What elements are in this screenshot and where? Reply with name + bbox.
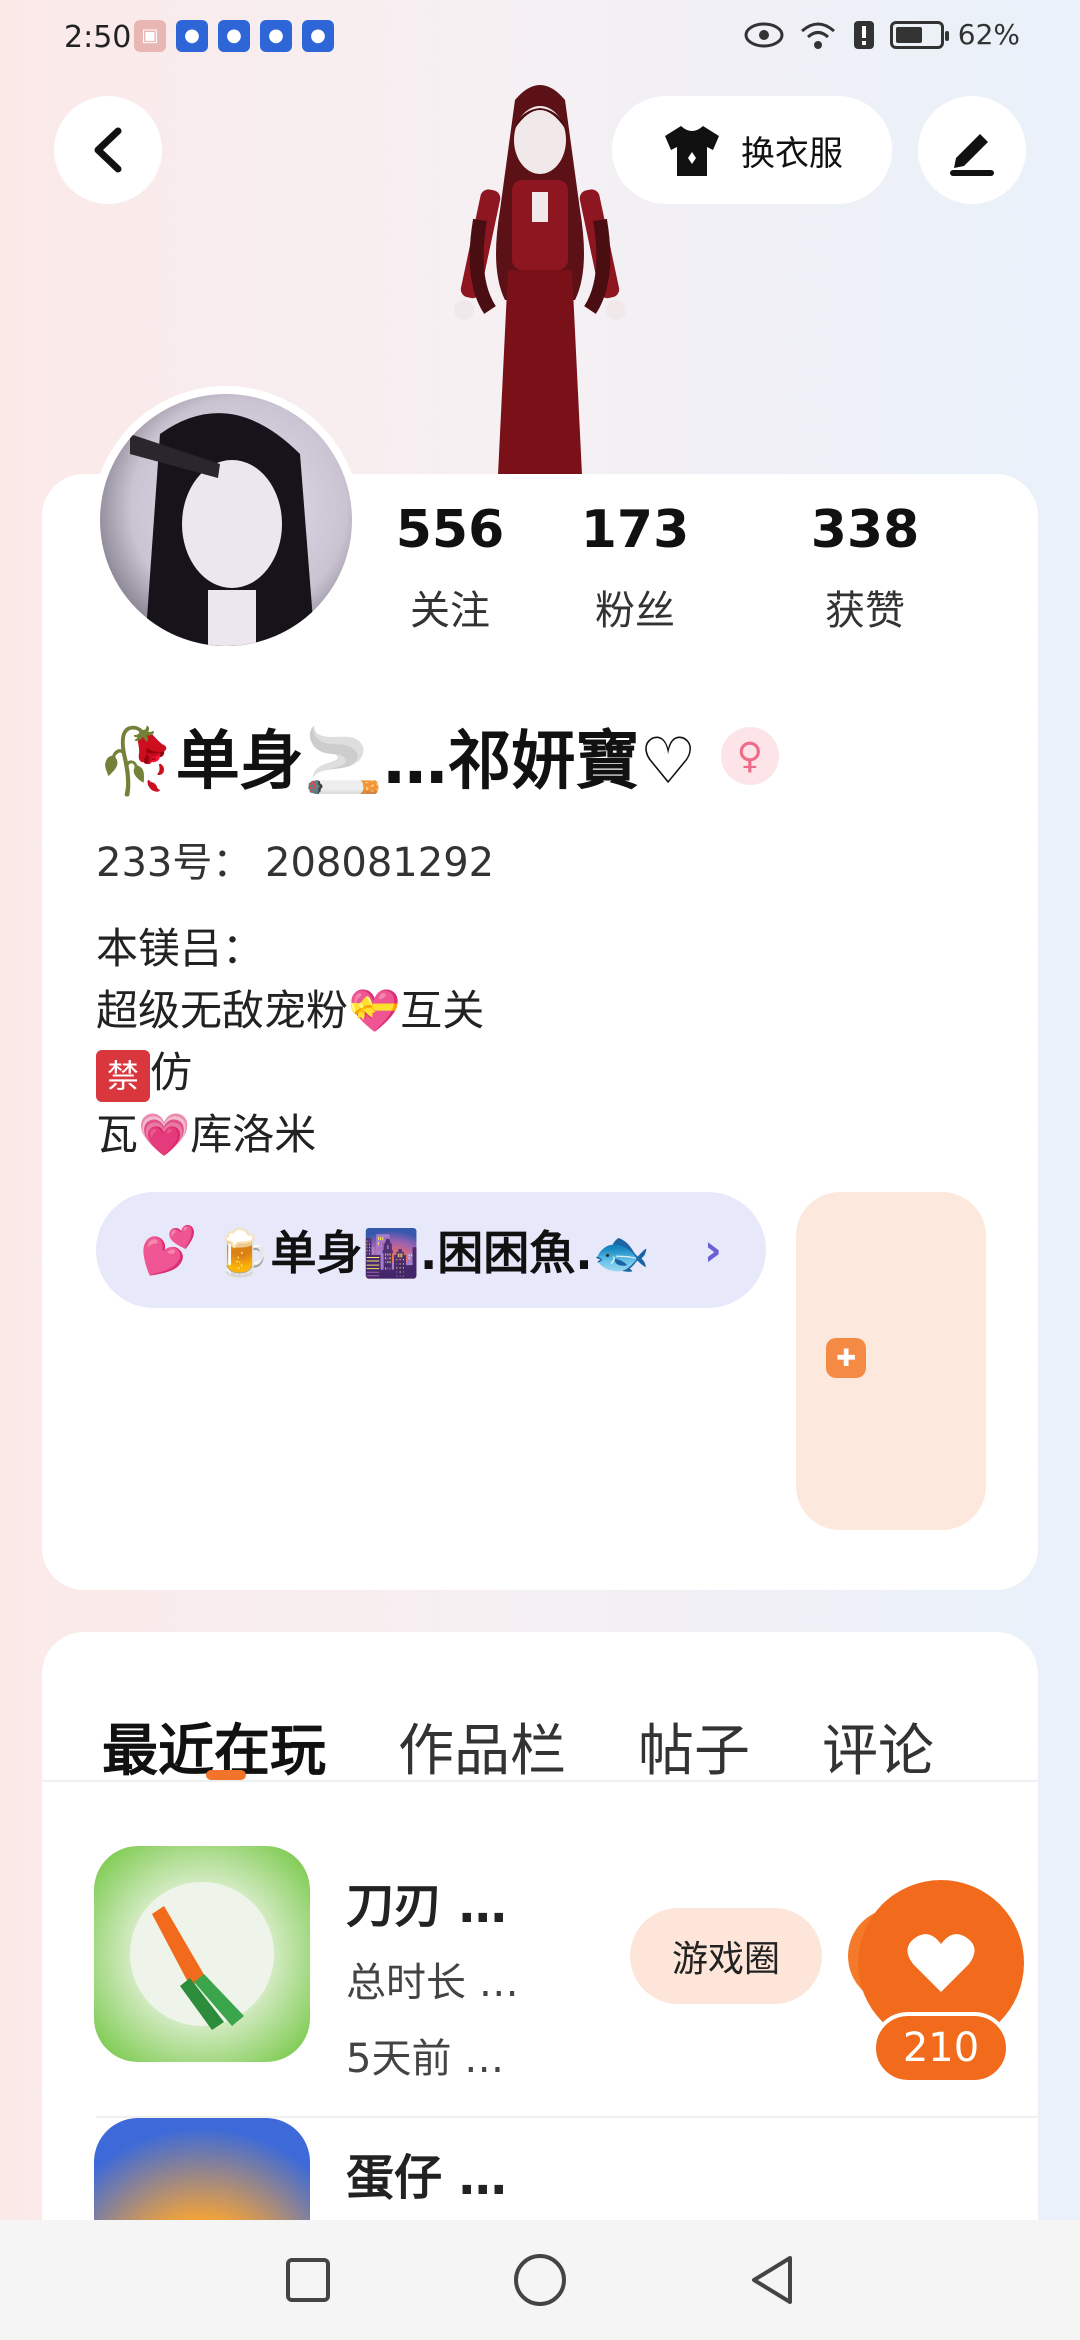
female-gender-icon: ♀ [720, 727, 779, 785]
scissors-icon [130, 1882, 274, 2030]
status-right: 62% [744, 18, 1020, 51]
change-outfit-label: 换衣服 [741, 133, 843, 174]
stat-fans-value: 173 [580, 500, 690, 560]
game-title: 刀刃 … [346, 1878, 507, 1934]
chevron-right-icon: › [703, 1224, 722, 1276]
avatar-image [100, 394, 352, 646]
stat-likes-value: 338 [810, 500, 920, 560]
bio-line: 本镁吕： [96, 924, 265, 973]
bio-line: 禁仿 [96, 1042, 484, 1104]
triangle-back-icon [752, 2256, 792, 2304]
like-count: 210 [872, 2012, 1010, 2084]
nickname: 🥀单身🚬…祁妍寶♡ ♀ [96, 710, 779, 802]
bio-line: 瓦💗库洛米 [96, 1110, 317, 1159]
heart-icon [907, 1934, 975, 1992]
stat-fans[interactable]: 173 粉丝 [520, 500, 750, 636]
back-arrow-icon [94, 127, 122, 173]
avatar-figure[interactable] [420, 70, 660, 475]
circle-icon [514, 2254, 566, 2306]
group-name: 🍺单身🌆.困困魚.🐟 [213, 1226, 651, 1280]
bio-line: 超级无敌宠粉💝互关 [96, 986, 485, 1035]
box-notification-icon: ▣ [134, 20, 166, 52]
stat-following[interactable]: 556 关注 [380, 500, 520, 636]
bio: 本镁吕： 超级无敌宠粉💝互关 禁仿 瓦💗库洛米 [96, 918, 484, 1166]
battery-text: 62% [957, 18, 1020, 51]
battery-icon [889, 20, 949, 49]
square-icon [286, 2258, 330, 2302]
eye-icon [744, 22, 784, 47]
home-button[interactable] [510, 2250, 570, 2310]
tab-works[interactable]: 作品栏 [398, 1706, 566, 1787]
game-icon-knife [94, 1846, 310, 2062]
avatar-portrait [130, 413, 315, 646]
tabs-divider [42, 1780, 1038, 1782]
game-last-played: 5天前 … [346, 2036, 505, 2082]
system-nav-bar [0, 2220, 1080, 2340]
paw-notification-icon: ● [218, 20, 250, 52]
ban-tag: 禁 [96, 1049, 150, 1102]
alert-icon [853, 20, 874, 49]
game-circle-button[interactable]: 游戏圈 [630, 1908, 822, 2004]
bio-line-text: 仿 [150, 1048, 193, 1097]
pen-icon [950, 134, 994, 176]
gamepad-icon: ✚ [826, 1338, 866, 1378]
notification-icons: ▣ ● ● ● ● [134, 20, 334, 52]
paw-notification-icon: ● [302, 20, 334, 52]
stat-fans-label: 粉丝 [595, 588, 675, 634]
fan-group-pill[interactable]: 💕 🍺单身🌆.困困魚.🐟 › [96, 1192, 766, 1308]
tab-comments[interactable]: 评论 [822, 1706, 934, 1787]
nickname-text: 🥀单身🚬…祁妍寶♡ [96, 725, 697, 799]
tab-posts[interactable]: 帖子 [638, 1706, 750, 1787]
paw-notification-icon: ● [260, 20, 292, 52]
status-bar: 2:50 ▣ ● ● ● ● 62% [0, 0, 1080, 80]
tab-indicator [206, 1770, 246, 1780]
status-time: 2:50 [64, 20, 132, 55]
stat-following-label: 关注 [410, 588, 490, 634]
paw-notification-icon: ● [176, 20, 208, 52]
stat-likes[interactable]: 338 获赞 [750, 500, 980, 636]
game-title: 蛋仔 … [346, 2150, 507, 2206]
edit-profile-button[interactable] [918, 96, 1026, 204]
user-id[interactable]: 233号： 208081292 [96, 830, 494, 888]
profile-stats: 556 关注 173 粉丝 338 获赞 [380, 500, 1000, 636]
stat-following-value: 556 [395, 500, 505, 560]
wifi-icon [800, 22, 835, 49]
game-widget-card[interactable]: ✚ [796, 1192, 986, 1530]
back-nav-button[interactable] [742, 2250, 802, 2310]
hearts-icon: 💕 [140, 1222, 198, 1277]
recents-button[interactable] [278, 2250, 338, 2310]
back-button[interactable] [54, 96, 162, 204]
stat-likes-label: 获赞 [825, 588, 905, 634]
row-divider [96, 2116, 1040, 2118]
game-total-time: 总时长 … [346, 1960, 519, 2006]
profile-avatar[interactable] [92, 386, 360, 654]
gender-symbol: ♀ [736, 735, 763, 777]
tshirt-icon [665, 126, 719, 176]
